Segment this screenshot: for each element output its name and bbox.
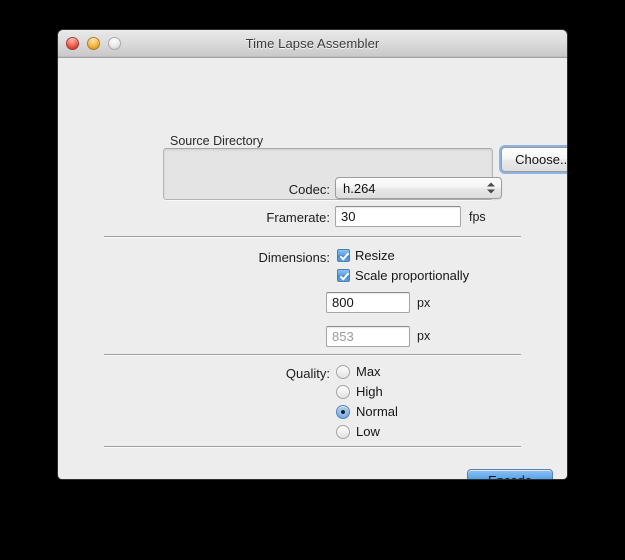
quality-option-high[interactable]: High [336, 384, 383, 399]
scale-proportionally-checkbox-label: Scale proportionally [355, 268, 470, 283]
height-input[interactable]: 853 [326, 326, 410, 347]
scale-proportionally-checkbox-row[interactable]: Scale proportionally [337, 268, 469, 283]
framerate-input[interactable]: 30 [335, 206, 461, 227]
minimize-button-icon[interactable] [87, 37, 100, 50]
framerate-unit-label: fps [469, 210, 486, 224]
codec-value: h.264 [343, 180, 376, 196]
zoom-button-icon[interactable] [108, 37, 121, 50]
window-title: Time Lapse Assembler [245, 36, 380, 51]
framerate-label: Framerate: [266, 210, 330, 225]
quality-option-max-label: Max [356, 364, 381, 379]
width-unit-label: px [417, 296, 431, 310]
close-button-icon[interactable] [66, 37, 79, 50]
quality-option-max[interactable]: Max [336, 364, 381, 379]
width-input[interactable]: 800 [326, 292, 410, 313]
chevron-updown-icon [487, 182, 495, 194]
height-unit-label: px [417, 329, 431, 343]
radio-normal-icon[interactable] [336, 404, 350, 419]
encode-button-label: Encode [488, 473, 532, 479]
window-titlebar[interactable]: Time Lapse Assembler [58, 30, 567, 58]
quality-option-high-label: High [356, 384, 383, 399]
scale-proportionally-checkbox[interactable] [337, 269, 350, 282]
codec-select[interactable]: h.264 [335, 177, 502, 199]
separator-top [104, 236, 521, 237]
separator-middle [104, 354, 521, 355]
quality-option-normal-label: Normal [356, 404, 398, 419]
quality-option-low-label: Low [356, 424, 380, 439]
encode-button[interactable]: Encode [467, 469, 553, 479]
source-directory-label: Source Directory [170, 134, 264, 148]
quality-option-normal[interactable]: Normal [336, 404, 398, 419]
app-window: Time Lapse Assembler Source Directory Ch… [57, 29, 568, 480]
radio-max-icon[interactable] [336, 364, 350, 379]
dimensions-label: Dimensions: [258, 250, 330, 265]
choose-button-label: Choose... [515, 152, 568, 167]
quality-label: Quality: [285, 366, 330, 381]
codec-label: Codec: [288, 182, 330, 197]
radio-low-icon[interactable] [336, 424, 350, 439]
window-content: Source Directory Choose... Codec: h.264 … [58, 58, 567, 479]
resize-checkbox-row[interactable]: Resize [337, 248, 395, 263]
resize-checkbox-label: Resize [355, 248, 395, 263]
desktop-background: Time Lapse Assembler Source Directory Ch… [0, 0, 625, 560]
window-controls [66, 37, 121, 50]
resize-checkbox[interactable] [337, 249, 350, 262]
radio-high-icon[interactable] [336, 384, 350, 399]
separator-bottom [104, 446, 521, 447]
quality-option-low[interactable]: Low [336, 424, 380, 439]
choose-button[interactable]: Choose... [499, 145, 568, 174]
